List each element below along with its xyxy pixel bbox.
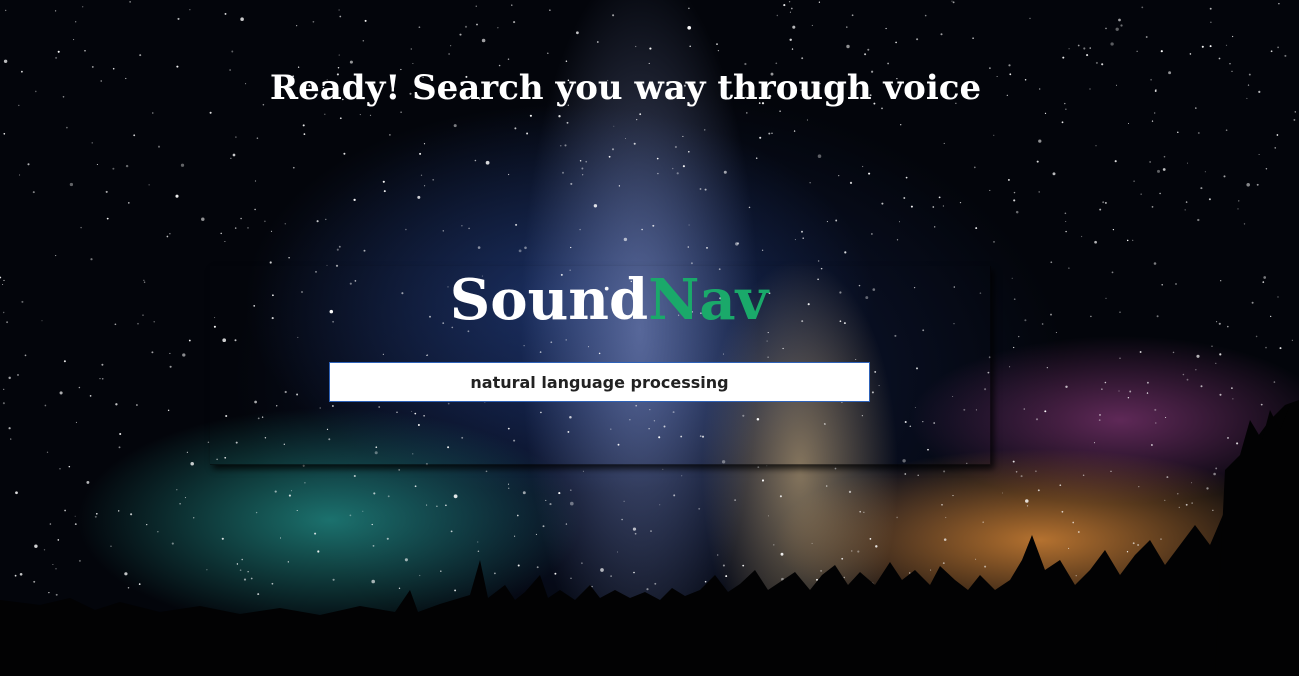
logo-nav-text: Nav xyxy=(648,267,769,333)
search-input[interactable] xyxy=(329,362,870,402)
logo-sound-text: Sound xyxy=(449,267,649,333)
app-logo: SoundNav xyxy=(0,268,1218,332)
starry-background: Ready! Search you way through voice Soun… xyxy=(0,0,1299,676)
page-headline: Ready! Search you way through voice xyxy=(269,68,982,108)
